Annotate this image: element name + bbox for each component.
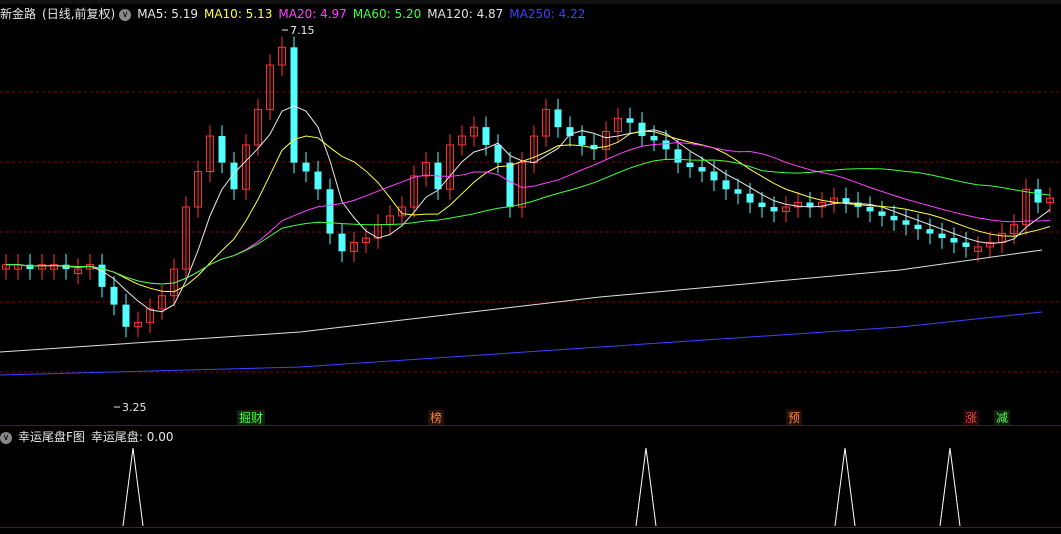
indicator-header: ∨ 幸运尾盘F图 幸运尾盘: 0.00 — [0, 428, 179, 444]
indicator-chart[interactable] — [0, 444, 1061, 530]
ma120-label: MA120: 4.87 — [427, 7, 504, 21]
candle-body — [554, 109, 562, 128]
candlestick-chart[interactable]: 7.15 3.25 — [0, 22, 1061, 427]
candle-body — [218, 136, 226, 163]
candle-body — [110, 286, 118, 305]
candle-body — [914, 224, 922, 230]
panel-divider — [0, 425, 1061, 426]
chevron-down-icon[interactable]: ∨ — [0, 432, 12, 444]
candle-body — [578, 136, 586, 145]
chevron-down-icon[interactable]: ∨ — [119, 9, 132, 21]
ma5-line — [6, 105, 1051, 313]
tag-zhang[interactable]: 涨 — [963, 410, 980, 426]
candle-body — [290, 47, 298, 163]
main-chart-header: 新金路 (日线,前复权) ∨ MA5: 5.19 MA10: 5.13 MA20: 4.9… — [0, 5, 591, 23]
candle-body — [326, 189, 334, 234]
indicator-spike — [834, 447, 856, 527]
candle-body — [902, 220, 910, 225]
candle-body — [890, 215, 898, 221]
candle-body — [674, 149, 682, 163]
candle-body — [962, 242, 970, 247]
candle-body — [506, 162, 514, 207]
indicator-spike — [635, 447, 657, 527]
candle-body — [662, 140, 670, 150]
tag-yu[interactable]: 预 — [786, 410, 803, 426]
toolbar-strip — [0, 0, 1061, 4]
ma20-line — [6, 141, 1051, 285]
high-price-label: 7.15 — [290, 24, 315, 37]
candle-body — [710, 171, 718, 181]
candle-body — [314, 171, 322, 190]
candle-body — [722, 180, 730, 190]
ma250-label: MA250: 4.22 — [509, 7, 586, 21]
candle-body — [734, 189, 742, 194]
stock-name: 新金路 — [0, 7, 37, 21]
candle-body — [482, 127, 490, 145]
ma60-line — [6, 158, 1051, 285]
indicator-value: 幸运尾盘: 0.00 — [90, 430, 174, 444]
low-price-label: 3.25 — [122, 401, 147, 414]
ma60-label: MA60: 5.20 — [352, 7, 422, 21]
candle-body — [866, 207, 874, 212]
candle-body — [926, 229, 934, 234]
candle-body — [1034, 189, 1042, 203]
candle-body — [698, 167, 706, 172]
candle-body — [770, 207, 778, 212]
candle-body — [950, 238, 958, 243]
candle-body — [302, 162, 310, 172]
indicator-baseline — [0, 527, 1061, 528]
candle-body — [26, 264, 34, 270]
candle-body — [758, 202, 766, 207]
candle-body — [650, 136, 658, 141]
ma120-line — [0, 249, 1043, 353]
candle-body — [842, 198, 850, 203]
candle-body — [938, 233, 946, 239]
ma10-label: MA10: 5.13 — [203, 7, 273, 21]
candle-body — [878, 211, 886, 216]
indicator-spike — [939, 447, 961, 527]
indicator-spike — [122, 447, 144, 527]
ma250-line — [0, 311, 1043, 376]
candle-body — [338, 233, 346, 252]
ma20-label: MA20: 4.97 — [278, 7, 347, 21]
ma5-label: MA5: 5.19 — [137, 7, 198, 21]
indicator-name: 幸运尾盘F图 — [18, 430, 85, 444]
candle-body — [686, 162, 694, 168]
tag-bang[interactable]: 榜 — [428, 410, 445, 426]
candle-body — [122, 304, 130, 327]
candle-body — [494, 144, 502, 163]
candle-body — [638, 122, 646, 137]
candle-body — [626, 118, 634, 123]
candle-body — [746, 193, 754, 203]
tag-juecai[interactable]: 掘财 — [237, 410, 266, 426]
tag-jian[interactable]: 减 — [994, 410, 1011, 426]
period-label: (日线,前复权) — [42, 7, 116, 21]
